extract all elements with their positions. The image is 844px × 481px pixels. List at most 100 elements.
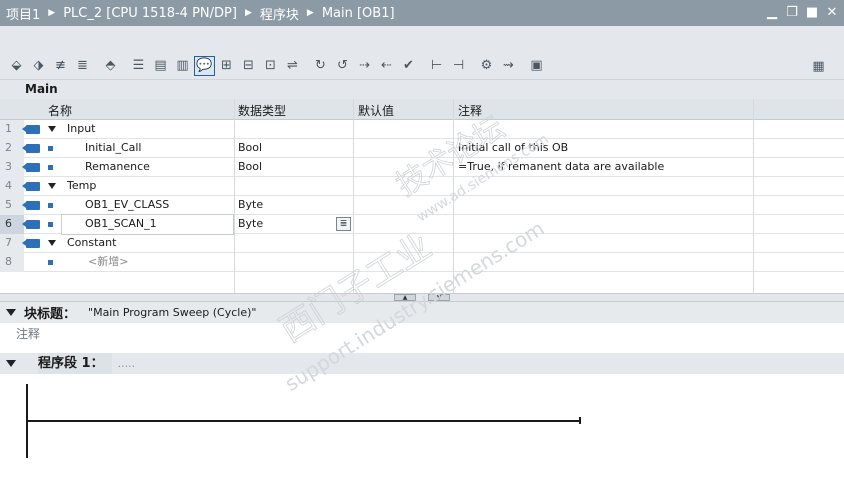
row-number: 4	[0, 177, 24, 196]
row-number: 3	[0, 158, 24, 177]
row-number: 2	[0, 139, 24, 158]
network-comment[interactable]: .....	[118, 357, 135, 370]
var-comment[interactable]: Initial call of this OB	[458, 139, 568, 157]
collapse-icon[interactable]	[48, 183, 56, 189]
compare-icon[interactable]: ↺	[332, 56, 353, 76]
var-comment[interactable]: =True, if remanent data are available	[458, 158, 664, 176]
var-type[interactable]: Byte	[238, 215, 263, 233]
breakpoint-icon[interactable]: ⚙	[476, 56, 497, 76]
block-comment[interactable]: 注释	[16, 325, 40, 342]
show-address-icon[interactable]: ⊟	[238, 56, 259, 76]
block-title-label: 块标题：	[24, 307, 77, 322]
go-next-icon[interactable]: ⊢	[426, 56, 447, 76]
delete-network-icon[interactable]: ⬗	[28, 56, 49, 76]
editor-toolbar: ⬙ ⬗ ≢ ≣ ⬘ ☰ ▤ ▥ 💬 ⊞ ⊟ ⊡ ⇌ ↻ ↺ ⇢ ⇠ ✔ ⊢ ⊣ …	[0, 52, 844, 80]
table-row[interactable]: 5 OB1_EV_CLASS Byte	[0, 196, 844, 215]
row-number: 7	[0, 234, 24, 253]
var-name[interactable]: Input	[67, 120, 95, 138]
column-name[interactable]: 名称	[48, 102, 72, 119]
expand-down-icon[interactable]: ▼	[428, 294, 450, 301]
column-divider	[353, 99, 354, 293]
column-data-type[interactable]: 数据类型	[238, 102, 286, 119]
stepping-icon[interactable]: ⇝	[498, 56, 519, 76]
breadcrumb-separator-icon: ▶	[48, 8, 56, 18]
table-row[interactable]: 1 Input	[0, 120, 844, 139]
temp-param-icon	[22, 220, 40, 229]
add-new-row[interactable]: <新增>	[88, 253, 128, 271]
monitor-icon[interactable]: ↻	[310, 56, 331, 76]
block-title-value[interactable]: "Main Program Sweep (Cycle)"	[88, 306, 256, 319]
favorites-icon[interactable]: ▤	[150, 56, 171, 76]
settings-icon[interactable]: ▦	[808, 56, 829, 76]
box-icon[interactable]: ▥	[172, 56, 193, 76]
input-param-icon	[22, 144, 40, 153]
title-bar: 项目1 ▶ PLC_2 [CPU 1518-4 PN/DP] ▶ 程序块 ▶ M…	[0, 0, 844, 26]
collapse-icon[interactable]	[48, 126, 56, 132]
collapse-up-icon[interactable]: ▲	[394, 294, 416, 301]
collapse-icon[interactable]	[48, 240, 56, 246]
var-type[interactable]: Bool	[238, 158, 262, 176]
column-comment[interactable]: 注释	[458, 102, 482, 119]
network-title: 程序段 1：	[38, 353, 112, 374]
insert-network-icon[interactable]: ⬙	[6, 56, 27, 76]
open-all-icon[interactable]: ⬘	[100, 56, 121, 76]
minimize-icon[interactable]: ▁	[764, 3, 780, 21]
block-title-bar: 块标题： "Main Program Sweep (Cycle)"	[0, 302, 844, 323]
column-default[interactable]: 默认值	[358, 102, 394, 119]
load-icon[interactable]: ▣	[526, 56, 547, 76]
goto-icon[interactable]: ⇢	[354, 56, 375, 76]
column-divider	[234, 99, 235, 293]
block-interface-title: Main	[0, 80, 844, 99]
ladder-rung[interactable]	[27, 420, 581, 422]
nav-icon[interactable]: ⇌	[282, 56, 303, 76]
constant-param-icon	[22, 239, 40, 248]
check-icon[interactable]: ✔	[398, 56, 419, 76]
table-row[interactable]: 2 Initial_Call Bool Initial call of this…	[0, 139, 844, 158]
add-row-icon[interactable]: ≣	[72, 56, 93, 76]
breadcrumb: 项目1 ▶ PLC_2 [CPU 1518-4 PN/DP] ▶ 程序块 ▶ M…	[0, 4, 395, 23]
breadcrumb-plc[interactable]: PLC_2 [CPU 1518-4 PN/DP]	[63, 6, 237, 21]
input-param-icon	[22, 125, 40, 134]
network-comment-icon[interactable]: ⊡	[260, 56, 281, 76]
table-row-new[interactable]: 8 <新增>	[0, 253, 844, 272]
interface-grid: 1 Input 2 Initial_Call Bool Initial call…	[0, 120, 844, 293]
comment-icon[interactable]: 💬	[194, 55, 215, 76]
row-number: 1	[0, 120, 24, 139]
restore-icon[interactable]: ❐	[784, 3, 800, 21]
table-row-selected[interactable]: 6 OB1_SCAN_1 Byte ≣	[0, 214, 844, 235]
collapse-icon[interactable]	[6, 360, 16, 367]
maximize-icon[interactable]: ■	[804, 3, 820, 21]
breadcrumb-block[interactable]: Main [OB1]	[322, 6, 395, 21]
rung-end	[579, 417, 581, 424]
show-symbol-icon[interactable]: ⊞	[216, 56, 237, 76]
insert-row-icon[interactable]: ≢	[50, 56, 71, 76]
close-icon[interactable]: ✕	[824, 3, 840, 21]
var-name[interactable]: OB1_EV_CLASS	[85, 196, 169, 214]
table-row[interactable]: 3 Remanence Bool =True, if remanent data…	[0, 158, 844, 177]
variable-icon	[48, 260, 53, 265]
collapse-icon[interactable]	[6, 309, 16, 316]
breadcrumb-project[interactable]: 项目1	[6, 4, 40, 23]
interface-column-header: 名称 数据类型 默认值 注释	[0, 99, 844, 120]
table-row[interactable]: 4 Temp	[0, 177, 844, 196]
absolute-operand-icon[interactable]: ☰	[128, 56, 149, 76]
temp-param-icon	[22, 182, 40, 191]
row-number: 5	[0, 196, 24, 215]
var-name[interactable]: Temp	[67, 177, 96, 195]
breadcrumb-separator-icon: ▶	[244, 8, 252, 18]
row-number: 6	[0, 215, 24, 234]
var-name[interactable]: Initial_Call	[85, 139, 141, 157]
type-picker-icon[interactable]: ≣	[336, 217, 351, 231]
toolbar-spacer	[0, 26, 844, 52]
goto-back-icon[interactable]: ⇠	[376, 56, 397, 76]
var-name[interactable]: Remanence	[85, 158, 150, 176]
splitter[interactable]: ▲ ▼	[0, 293, 844, 302]
var-type[interactable]: Byte	[238, 196, 263, 214]
var-name[interactable]: Constant	[67, 234, 116, 252]
go-prev-icon[interactable]: ⊣	[448, 56, 469, 76]
var-name[interactable]: OB1_SCAN_1	[85, 215, 157, 233]
var-type[interactable]: Bool	[238, 139, 262, 157]
breadcrumb-program-blocks[interactable]: 程序块	[260, 4, 299, 23]
variable-icon	[48, 165, 53, 170]
table-row[interactable]: 7 Constant	[0, 234, 844, 253]
